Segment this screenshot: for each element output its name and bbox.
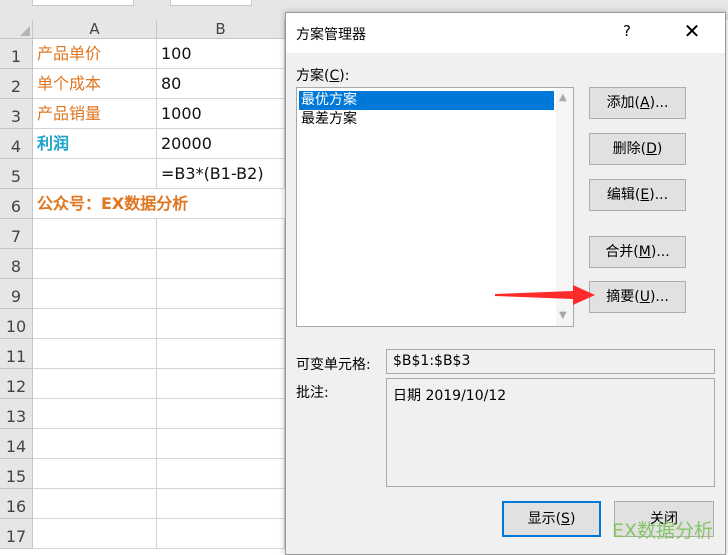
red-arrow-icon — [495, 285, 595, 305]
formula-bar[interactable] — [170, 0, 252, 6]
cell-b12[interactable] — [157, 369, 285, 399]
row-header[interactable]: 9 — [0, 279, 33, 309]
cell-b5[interactable]: =B3*(B1-B2) — [157, 159, 285, 189]
cell-b4[interactable]: 20000 — [157, 129, 285, 159]
row-header[interactable]: 11 — [0, 339, 33, 369]
row-header[interactable]: 7 — [0, 219, 33, 249]
cell-b8[interactable] — [157, 249, 285, 279]
cell-a7[interactable] — [33, 219, 157, 249]
merge-button[interactable]: 合并(M)... — [589, 236, 686, 268]
cell-a13[interactable] — [33, 399, 157, 429]
cell-b15[interactable] — [157, 459, 285, 489]
row-header[interactable]: 13 — [0, 399, 33, 429]
dialog-title: 方案管理器 — [296, 27, 366, 43]
row-header[interactable]: 6 — [0, 189, 33, 219]
cell-a14[interactable] — [33, 429, 157, 459]
cell-b3[interactable]: 1000 — [157, 99, 285, 129]
row-header[interactable]: 10 — [0, 309, 33, 339]
cell-a1[interactable]: 产品单价 — [33, 39, 157, 69]
comment-field: 日期 2019/10/12 — [386, 378, 715, 487]
help-button[interactable]: ? — [616, 22, 638, 40]
row-header[interactable]: 12 — [0, 369, 33, 399]
scenarios-label: 方案(C): — [296, 68, 350, 84]
cell-b7[interactable] — [157, 219, 285, 249]
cell-b14[interactable] — [157, 429, 285, 459]
cell-a8[interactable] — [33, 249, 157, 279]
scroll-down-icon[interactable]: ▼ — [559, 310, 567, 321]
cell-a6[interactable]: 公众号：EX数据分析 — [33, 189, 285, 219]
add-button[interactable]: 添加(A)... — [589, 87, 686, 119]
row-header[interactable]: 2 — [0, 69, 33, 99]
comment-label: 批注: — [296, 385, 329, 401]
cell-a9[interactable] — [33, 279, 157, 309]
edit-button[interactable]: 编辑(E)... — [589, 179, 686, 211]
cell-a17[interactable] — [33, 519, 157, 549]
show-button[interactable]: 显示(S) — [502, 501, 601, 537]
column-header-a[interactable]: A — [33, 20, 157, 39]
cell-b1[interactable]: 100 — [157, 39, 285, 69]
changing-cells-label: 可变单元格: — [296, 357, 371, 373]
cell-b10[interactable] — [157, 309, 285, 339]
cell-a16[interactable] — [33, 489, 157, 519]
cell-a11[interactable] — [33, 339, 157, 369]
scroll-up-icon[interactable]: ▲ — [559, 92, 567, 103]
select-all-corner[interactable] — [0, 20, 33, 39]
row-header[interactable]: 8 — [0, 249, 33, 279]
cell-b2[interactable]: 80 — [157, 69, 285, 99]
row-header[interactable]: 15 — [0, 459, 33, 489]
row-header[interactable]: 17 — [0, 519, 33, 549]
cell-a10[interactable] — [33, 309, 157, 339]
row-header[interactable]: 1 — [0, 39, 33, 69]
row-header[interactable]: 4 — [0, 129, 33, 159]
scenario-item-best[interactable]: 最优方案 — [299, 91, 554, 110]
cell-b11[interactable] — [157, 339, 285, 369]
row-header[interactable]: 14 — [0, 429, 33, 459]
summary-button[interactable]: 摘要(U)... — [589, 281, 686, 313]
name-box[interactable] — [32, 0, 134, 6]
cell-a15[interactable] — [33, 459, 157, 489]
scenario-item-worst[interactable]: 最差方案 — [299, 110, 554, 129]
changing-cells-field: $B$1:$B$3 — [386, 349, 715, 374]
cell-a4[interactable]: 利润 — [33, 129, 157, 159]
cell-a3[interactable]: 产品销量 — [33, 99, 157, 129]
cell-a5[interactable] — [33, 159, 157, 189]
dialog-titlebar[interactable]: 方案管理器 ? ✕ — [286, 13, 725, 53]
column-header-b[interactable]: B — [157, 20, 285, 39]
cell-b9[interactable] — [157, 279, 285, 309]
delete-button[interactable]: 删除(D) — [589, 133, 686, 165]
cell-a12[interactable] — [33, 369, 157, 399]
cell-b17[interactable] — [157, 519, 285, 549]
cell-b13[interactable] — [157, 399, 285, 429]
row-header[interactable]: 16 — [0, 489, 33, 519]
close-icon[interactable]: ✕ — [681, 19, 703, 43]
row-header[interactable]: 5 — [0, 159, 33, 189]
watermark: EX数据分析 — [612, 520, 714, 542]
cell-b16[interactable] — [157, 489, 285, 519]
row-header[interactable]: 3 — [0, 99, 33, 129]
cell-a2[interactable]: 单个成本 — [33, 69, 157, 99]
